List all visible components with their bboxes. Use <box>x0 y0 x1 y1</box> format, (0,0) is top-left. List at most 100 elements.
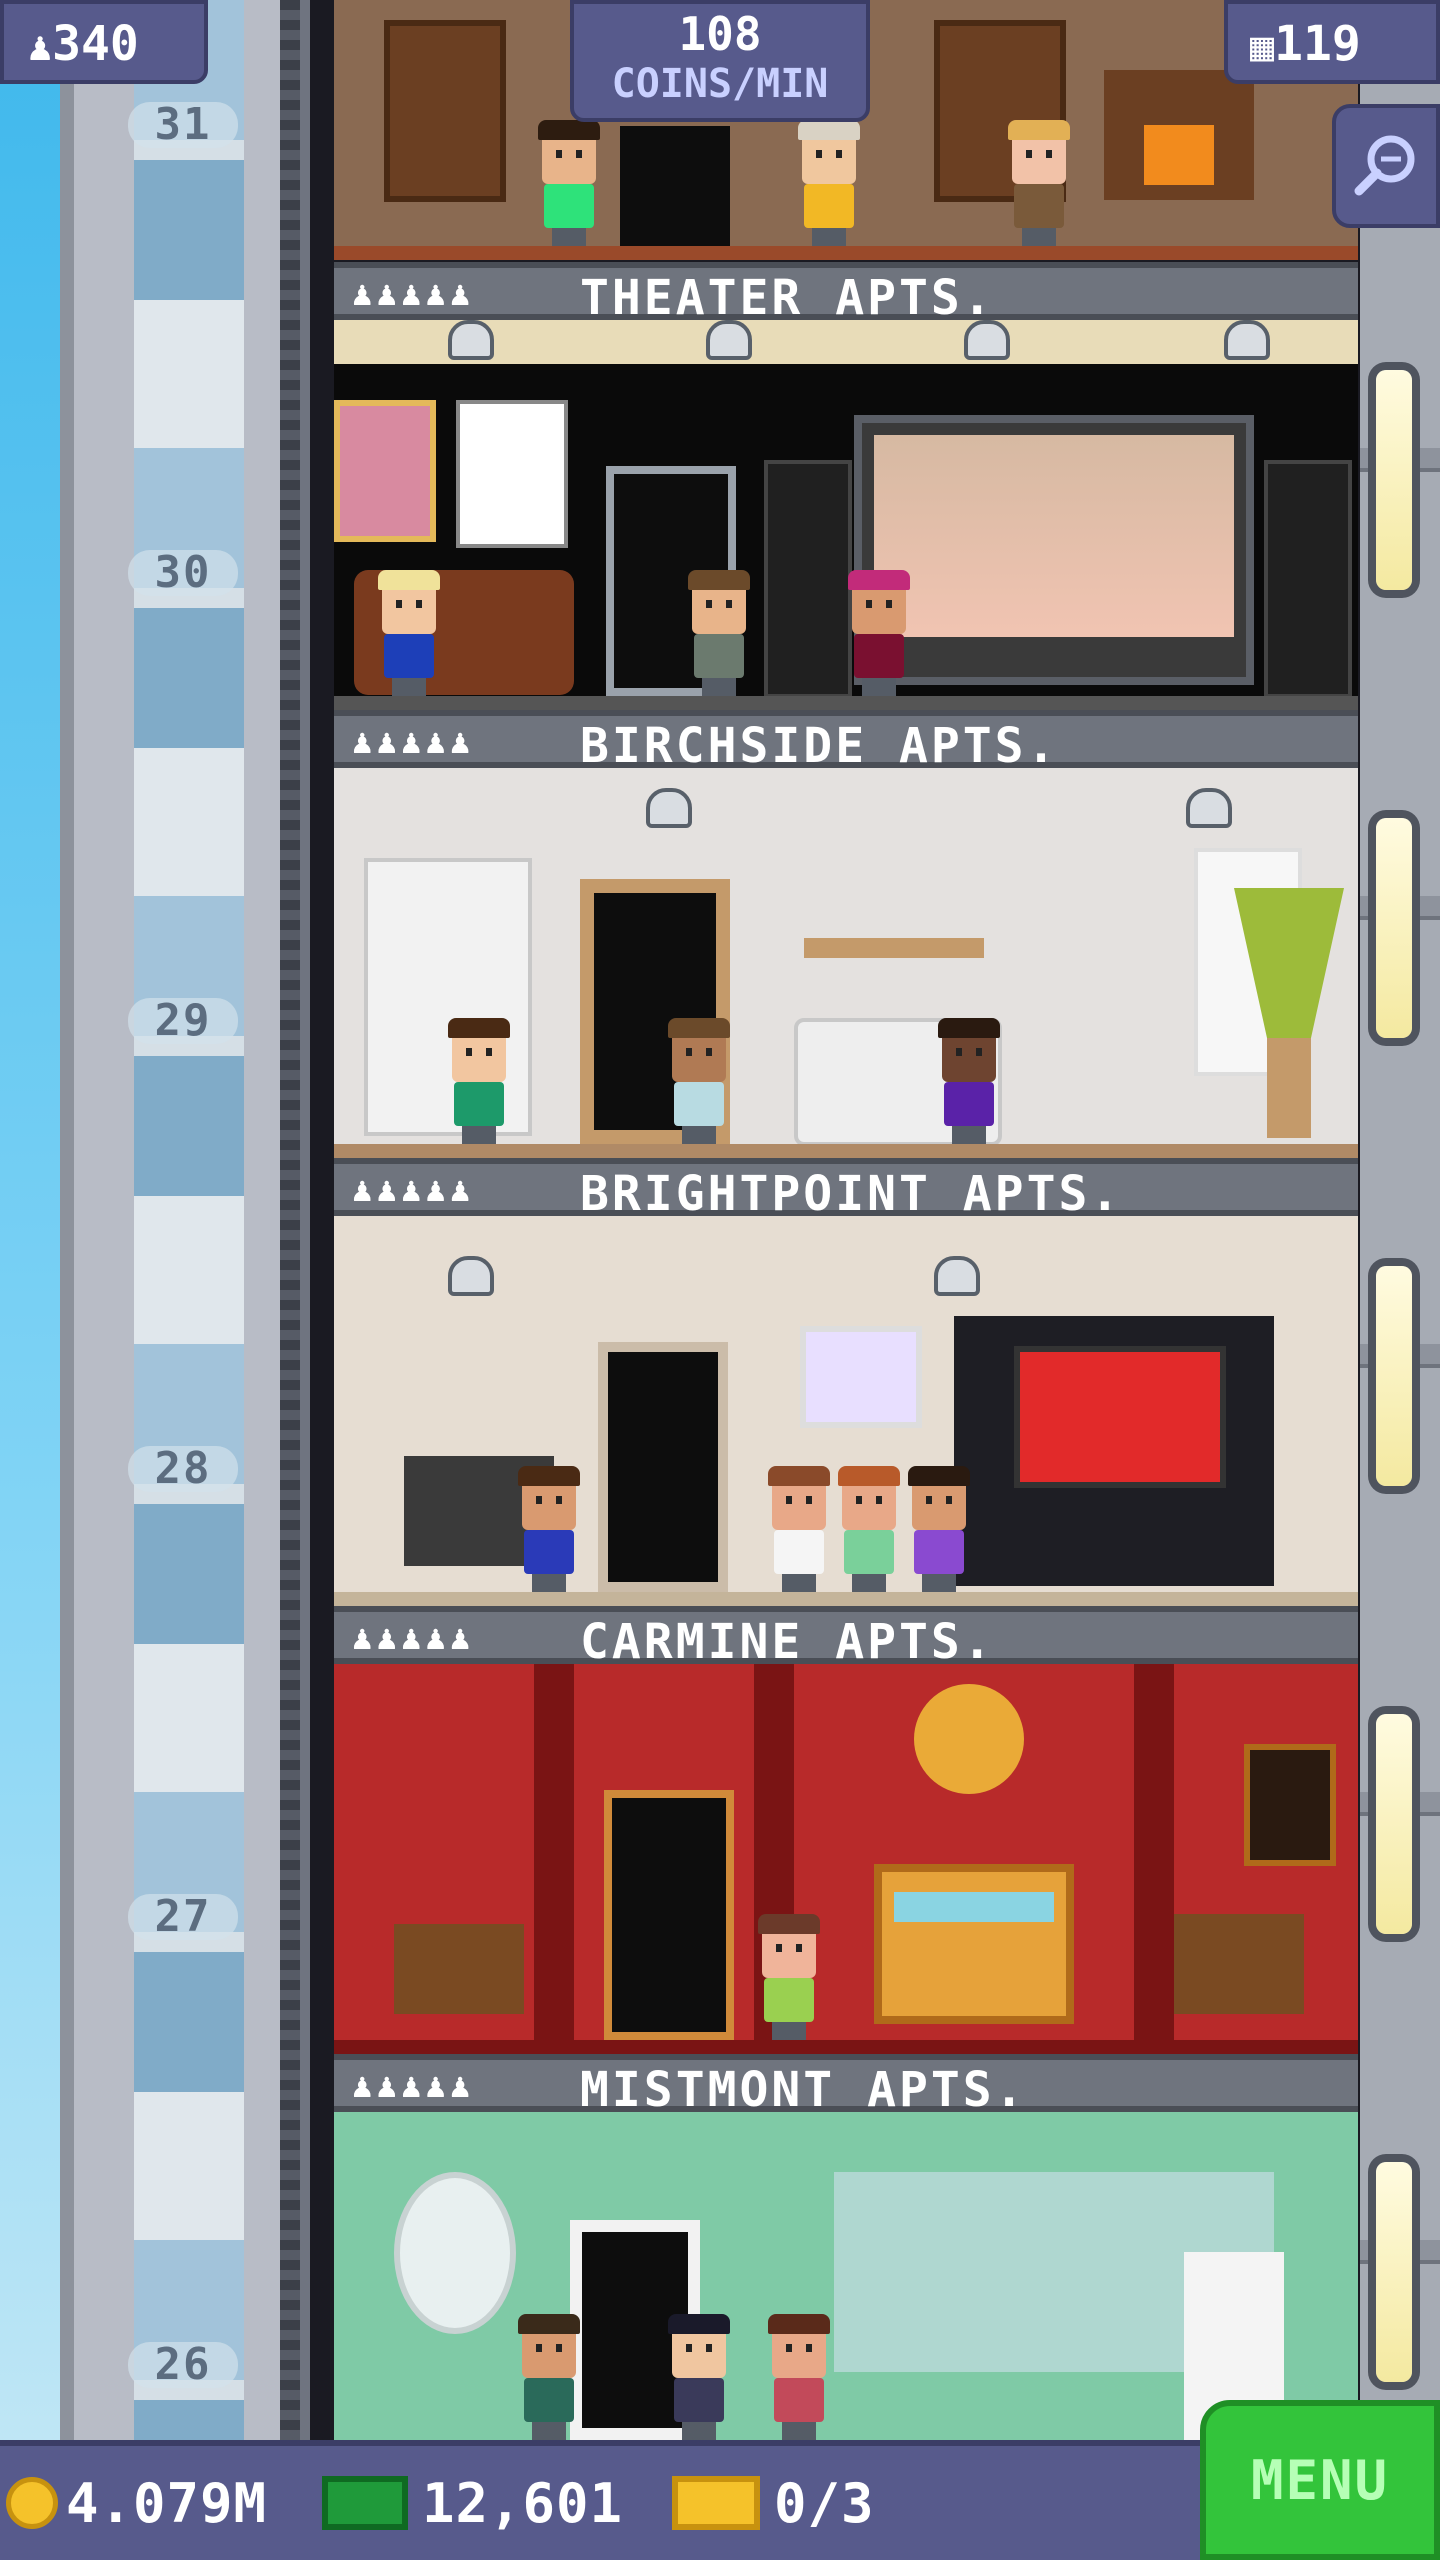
occupancy-icons: ♟♟♟♟♟ <box>352 2066 475 2106</box>
elevator-glass <box>134 0 244 2440</box>
floor-mistmont-apts[interactable]: ♟♟♟♟♟ MISTMONT APTS. <box>334 2054 1358 2440</box>
building-icon: ▦ <box>1250 24 1275 70</box>
ceiling-lamp <box>448 1256 494 1296</box>
occupancy-icons: ♟♟♟♟♟ <box>352 1170 475 1210</box>
occupancy-icons: ♟♟♟♟♟ <box>352 722 475 762</box>
tower-window <box>1376 370 1412 590</box>
bitizen[interactable] <box>534 120 604 246</box>
spotlight <box>1224 320 1270 360</box>
tower-right-wall <box>1360 0 1440 2440</box>
person-icon: ♟ <box>28 24 53 70</box>
bitizen[interactable] <box>664 1018 734 1144</box>
floor-birchside-apts[interactable]: ♟♟♟♟♟ BIRCHSIDE APTS. <box>334 710 1358 1158</box>
floor-number-26: 26 <box>128 2342 238 2388</box>
floor-banner: ♟♟♟♟♟ THEATER APTS. <box>334 262 1358 326</box>
sky-background <box>0 0 60 2440</box>
tower-window <box>1376 1266 1412 1486</box>
pillar <box>534 1664 574 2040</box>
bux-icon <box>322 2476 408 2530</box>
floor-number-30: 30 <box>128 550 238 596</box>
elevator-rail <box>280 0 300 2440</box>
tower-window <box>1376 2162 1412 2382</box>
tickets-stat[interactable]: 0/3 <box>672 2468 875 2538</box>
coins-stat[interactable]: 4.079M <box>6 2468 267 2538</box>
spotlight <box>448 320 494 360</box>
mistmont-room <box>334 2112 1358 2440</box>
dresser <box>394 1924 524 2014</box>
ceiling-lamp <box>1186 788 1232 828</box>
bitizen[interactable] <box>514 1466 584 1592</box>
wall-painting <box>1244 1744 1336 1866</box>
tv-screen <box>854 415 1254 685</box>
spotlight <box>706 320 752 360</box>
theater-room <box>334 320 1358 710</box>
coins-per-min-value: 108 <box>678 7 762 61</box>
dresser <box>1174 1914 1304 2014</box>
bitizen[interactable] <box>764 1466 834 1592</box>
tickets-value: 0/3 <box>774 2471 875 2535</box>
bitizen[interactable] <box>764 2314 834 2440</box>
floor-name: THEATER APTS. <box>580 270 995 326</box>
bitizen[interactable] <box>844 570 914 696</box>
bitizen[interactable] <box>664 2314 734 2440</box>
carmine-room <box>334 1664 1358 2054</box>
floor-theater-apts[interactable]: ♟♟♟♟♟ THEATER APTS. <box>334 262 1358 710</box>
floor-count-value: 119 <box>1274 16 1361 72</box>
tower-window <box>1376 1714 1412 1934</box>
brightpoint-room <box>334 1216 1358 1606</box>
population-value: 340 <box>52 16 139 72</box>
coin-icon <box>6 2477 58 2529</box>
bookshelf <box>384 20 506 202</box>
occupancy-icons: ♟♟♟♟♟ <box>352 274 475 314</box>
bitizen[interactable] <box>374 570 444 696</box>
ceiling-lamp <box>646 788 692 828</box>
floor-name: BIRCHSIDE APTS. <box>580 718 1059 774</box>
entertainment-unit <box>954 1316 1274 1586</box>
bitizen[interactable] <box>1004 120 1074 246</box>
bed <box>874 1864 1074 2024</box>
spotlight <box>964 320 1010 360</box>
population-counter[interactable]: ♟340 <box>0 0 208 84</box>
ceiling-lamp <box>934 1256 980 1296</box>
tower-window <box>1376 818 1412 1038</box>
wall-shelf <box>804 938 984 958</box>
floor-count-display[interactable]: ▦119 <box>1224 0 1440 84</box>
coins-value: 4.079M <box>66 2471 268 2535</box>
bitizen[interactable] <box>444 1018 514 1144</box>
floor-banner: ♟♟♟♟♟ MISTMONT APTS. <box>334 2054 1358 2118</box>
floor-number-29: 29 <box>128 998 238 1044</box>
bitizen[interactable] <box>754 1914 824 2040</box>
bux-value: 12,601 <box>422 2471 624 2535</box>
bux-stat[interactable]: 12,601 <box>322 2468 623 2538</box>
bitizen[interactable] <box>684 570 754 696</box>
room-door <box>604 1790 734 2040</box>
floor-brightpoint-apts[interactable]: ♟♟♟♟♟ BRIGHTPOINT APTS. <box>334 1158 1358 1606</box>
wall-painting <box>800 1326 922 1428</box>
bitizen[interactable] <box>514 2314 584 2440</box>
room-door <box>598 1342 728 1592</box>
fireplace <box>1104 70 1254 200</box>
occupancy-icons: ♟♟♟♟♟ <box>352 1618 475 1658</box>
zoom-button[interactable] <box>1332 104 1440 228</box>
floor-banner: ♟♟♟♟♟ CARMINE APTS. <box>334 1606 1358 1670</box>
bitizen[interactable] <box>834 1466 904 1592</box>
floor-carmine-apts[interactable]: ♟♟♟♟♟ CARMINE APTS. <box>334 1606 1358 2054</box>
pillar <box>1134 1664 1174 2040</box>
ticket-icon <box>672 2476 760 2530</box>
floor-banner: ♟♟♟♟♟ BIRCHSIDE APTS. <box>334 710 1358 774</box>
floor-name: CARMINE APTS. <box>580 1614 995 1670</box>
poster <box>456 400 568 548</box>
floor-number-31: 31 <box>128 102 238 148</box>
bitizen[interactable] <box>934 1018 1004 1144</box>
elevator-shaft[interactable] <box>60 0 310 2440</box>
speaker <box>764 460 852 698</box>
magnifier-icon <box>1354 135 1415 196</box>
bitizen[interactable] <box>904 1466 974 1592</box>
menu-button[interactable]: MENU <box>1200 2400 1440 2560</box>
floor-number-27: 27 <box>128 1894 238 1940</box>
birchside-room <box>334 768 1358 1158</box>
poster <box>334 400 436 542</box>
room-door <box>620 126 730 246</box>
bitizen[interactable] <box>794 120 864 246</box>
oval-mirror <box>394 2172 516 2334</box>
